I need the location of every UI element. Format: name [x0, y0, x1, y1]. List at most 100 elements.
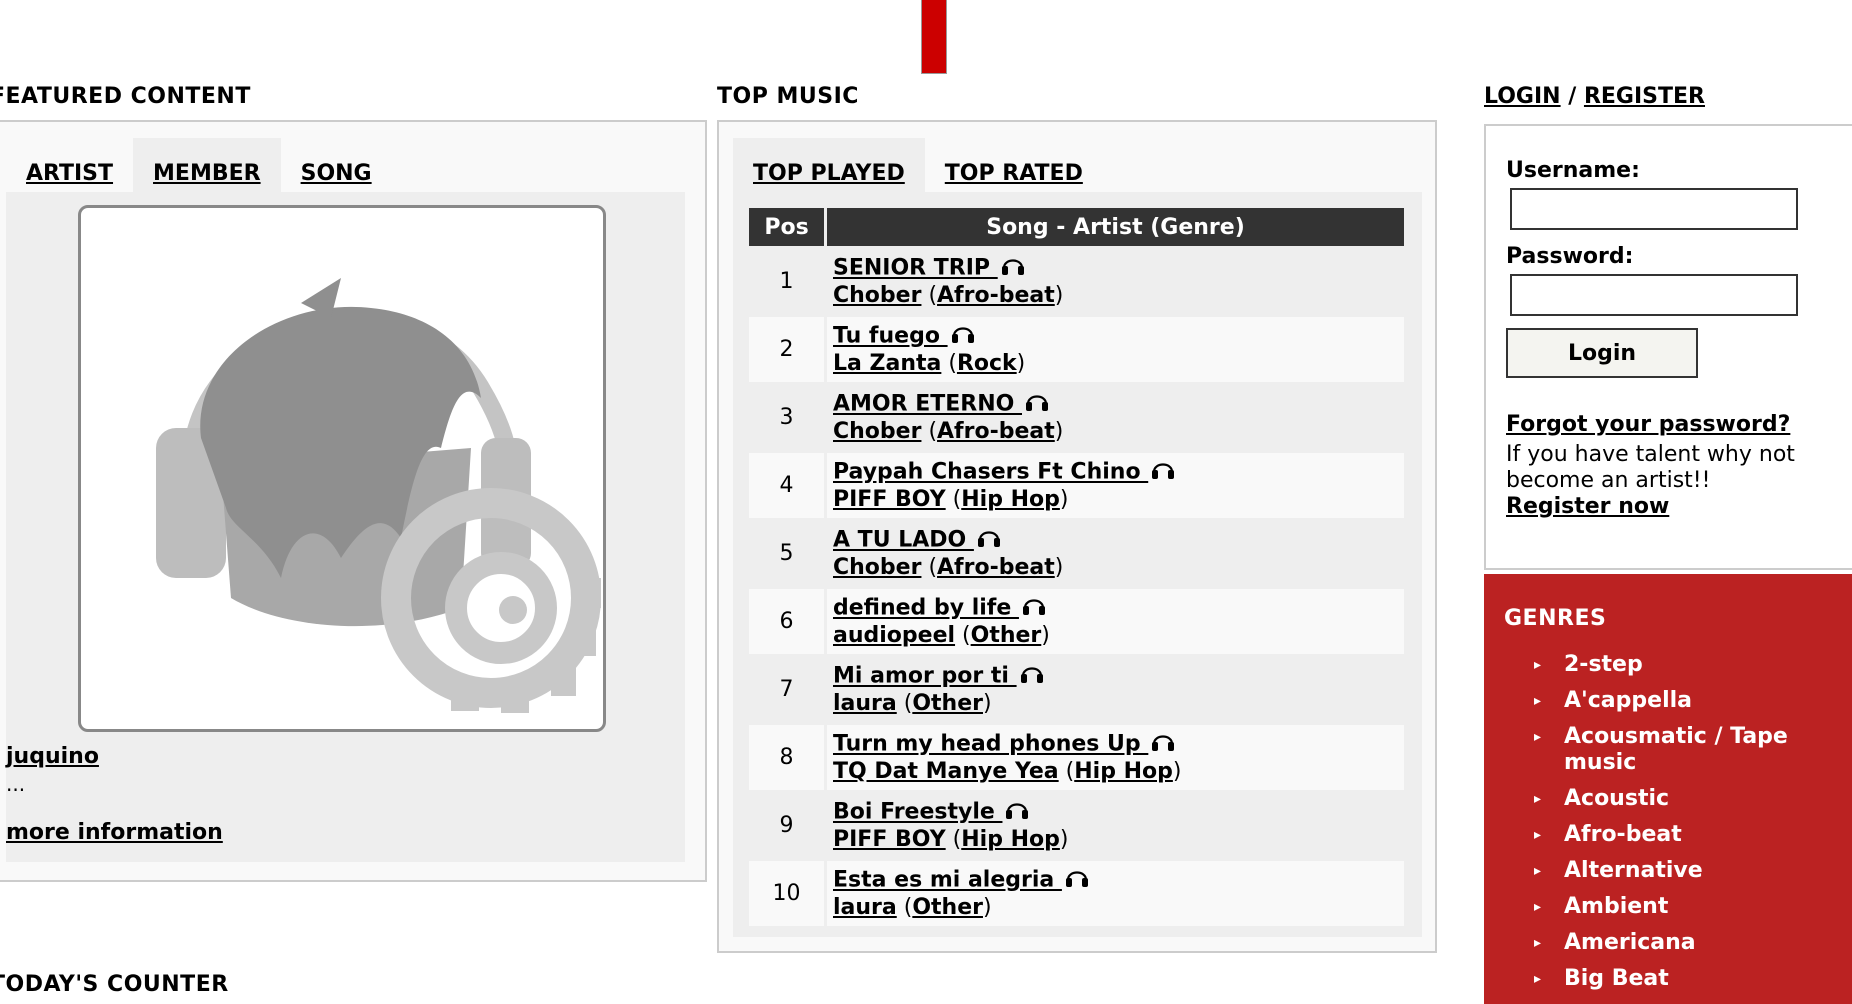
genre-item[interactable]: ▸ A'cappella [1534, 688, 1834, 714]
song-title-link[interactable]: Turn my head phones Up [833, 732, 1148, 757]
arrow-right-icon: ▸ [1534, 729, 1542, 745]
artist-link[interactable]: TQ Dat Manye Yea [833, 759, 1059, 784]
song-title-link[interactable]: Paypah Chasers Ft Chino [833, 460, 1148, 485]
genre-item[interactable]: ▸ Acousmatic / Tape music [1534, 724, 1834, 776]
table-row: 8 Turn my head phones Up TQ Dat Manye Yea… [749, 725, 1404, 790]
arrow-right-icon: ▸ [1534, 827, 1542, 843]
genres-title: GENRES [1504, 606, 1607, 631]
song-title-link[interactable]: Esta es mi alegria [833, 868, 1062, 893]
artist-link[interactable]: PIFF BOY [833, 487, 946, 512]
featured-content-title: FEATURED CONTENT [0, 84, 251, 109]
artist-link[interactable]: laura [833, 895, 897, 920]
row-song-info: Paypah Chasers Ft Chino PIFF BOY (Hip Ho… [827, 453, 1404, 518]
top-played-panel: Pos Song - Artist (Genre) 1 SENIOR TRIP C… [733, 192, 1422, 937]
more-information-link[interactable]: more information [6, 820, 223, 845]
row-song-info: defined by life audiopeel (Other) [827, 589, 1404, 654]
table-row: 1 SENIOR TRIP Chober (Afro-beat) [749, 249, 1404, 314]
top-played-rows: 1 SENIOR TRIP Chober (Afro-beat) 2 Tu fuego… [749, 249, 1404, 926]
artist-link[interactable]: audiopeel [833, 623, 955, 648]
headphones-icon[interactable] [1019, 662, 1045, 691]
top-played-table: Pos Song - Artist (Genre) 1 SENIOR TRIP C… [746, 205, 1407, 929]
song-title-link[interactable]: AMOR ETERNO [833, 392, 1022, 417]
genre-item[interactable]: ▸ Alternative [1534, 858, 1834, 884]
song-title-link[interactable]: defined by life [833, 596, 1019, 621]
member-name-link[interactable]: juquino [6, 744, 99, 769]
row-song-info: Mi amor por ti laura (Other) [827, 657, 1404, 722]
row-song-info: A TU LADO Chober (Afro-beat) [827, 521, 1404, 586]
genre-link[interactable]: Hip Hop [1074, 759, 1173, 784]
genre-label: Ambient [1564, 894, 1669, 919]
genre-link[interactable]: Other [912, 691, 983, 716]
genre-label: Afro-beat [1564, 822, 1682, 847]
row-position: 10 [749, 861, 824, 926]
genre-link[interactable]: Afro-beat [937, 283, 1055, 308]
genres-box: GENRES ▸ 2-step ▸ A'cappella ▸ Acousmatic / T… [1484, 574, 1852, 1004]
row-song-info: Turn my head phones Up TQ Dat Manye Yea … [827, 725, 1404, 790]
top-music-box: TOP PLAYED TOP RATED Pos Song - Artist (… [717, 120, 1437, 953]
genre-item[interactable]: ▸ Ambient [1534, 894, 1834, 920]
row-position: 2 [749, 317, 824, 382]
song-title-link[interactable]: Boi Freestyle [833, 800, 1002, 825]
forgot-password-link[interactable]: Forgot your password? [1506, 412, 1790, 437]
headphones-icon[interactable] [976, 526, 1002, 555]
todays-counter-title: TODAY'S COUNTER [0, 972, 229, 997]
row-song-info: Esta es mi alegria laura (Other) [827, 861, 1404, 926]
artist-link[interactable]: La Zanta [833, 351, 941, 376]
headphones-icon[interactable] [1150, 730, 1176, 759]
password-label: Password: [1506, 244, 1634, 269]
genre-label: Acousmatic / Tape music [1564, 724, 1788, 775]
artist-link[interactable]: Chober [833, 419, 921, 444]
genre-link[interactable]: Afro-beat [937, 419, 1055, 444]
genre-label: Big Beat [1564, 966, 1669, 991]
headphones-icon[interactable] [1150, 458, 1176, 487]
song-title-link[interactable]: SENIOR TRIP [833, 256, 998, 281]
headphones-icon[interactable] [1024, 390, 1050, 419]
username-input[interactable] [1510, 188, 1798, 230]
headphones-icon[interactable] [1064, 866, 1090, 895]
song-title-link[interactable]: Mi amor por ti [833, 664, 1017, 689]
artist-link[interactable]: PIFF BOY [833, 827, 946, 852]
headphones-icon[interactable] [1021, 594, 1047, 623]
genre-item[interactable]: ▸ 2-step [1534, 652, 1834, 678]
genre-label: Americana [1564, 930, 1696, 955]
genre-link[interactable]: Rock [957, 351, 1017, 376]
headphones-icon[interactable] [950, 322, 976, 351]
become-artist-text: If you have talent why not become an art… [1506, 442, 1795, 493]
genre-link[interactable]: Hip Hop [961, 487, 1060, 512]
genre-link[interactable]: Other [971, 623, 1042, 648]
genre-item[interactable]: ▸ Americana [1534, 930, 1834, 956]
member-description: ... [6, 772, 26, 796]
genre-link[interactable]: Afro-beat [937, 555, 1055, 580]
member-avatar[interactable] [78, 205, 606, 732]
register-link[interactable]: REGISTER [1584, 84, 1705, 109]
arrow-right-icon: ▸ [1534, 657, 1542, 673]
arrow-right-icon: ▸ [1534, 863, 1542, 879]
genre-item[interactable]: ▸ Acoustic [1534, 786, 1834, 812]
arrow-right-icon: ▸ [1534, 899, 1542, 915]
login-separator: / [1560, 84, 1584, 109]
artist-link[interactable]: Chober [833, 283, 921, 308]
arrow-right-icon: ▸ [1534, 935, 1542, 951]
table-row: 7 Mi amor por ti laura (Other) [749, 657, 1404, 722]
header-song: Song - Artist (Genre) [827, 208, 1404, 246]
song-title-link[interactable]: A TU LADO [833, 528, 974, 553]
row-song-info: AMOR ETERNO Chober (Afro-beat) [827, 385, 1404, 450]
password-input[interactable] [1510, 274, 1798, 316]
genre-item[interactable]: ▸ Big Beat [1534, 966, 1834, 992]
row-position: 9 [749, 793, 824, 858]
login-button[interactable]: Login [1506, 328, 1698, 378]
genre-item[interactable]: ▸ Afro-beat [1534, 822, 1834, 848]
artist-link[interactable]: laura [833, 691, 897, 716]
table-row: 4 Paypah Chasers Ft Chino PIFF BOY (Hip H… [749, 453, 1404, 518]
row-position: 4 [749, 453, 824, 518]
headphones-icon[interactable] [1004, 798, 1030, 827]
row-song-info: Tu fuego La Zanta (Rock) [827, 317, 1404, 382]
genre-label: Acoustic [1564, 786, 1670, 811]
register-now-link[interactable]: Register now [1506, 494, 1669, 519]
login-link[interactable]: LOGIN [1484, 84, 1561, 109]
headphones-icon[interactable] [1000, 254, 1026, 283]
genre-link[interactable]: Other [912, 895, 983, 920]
genre-link[interactable]: Hip Hop [961, 827, 1060, 852]
artist-link[interactable]: Chober [833, 555, 921, 580]
song-title-link[interactable]: Tu fuego [833, 324, 948, 349]
